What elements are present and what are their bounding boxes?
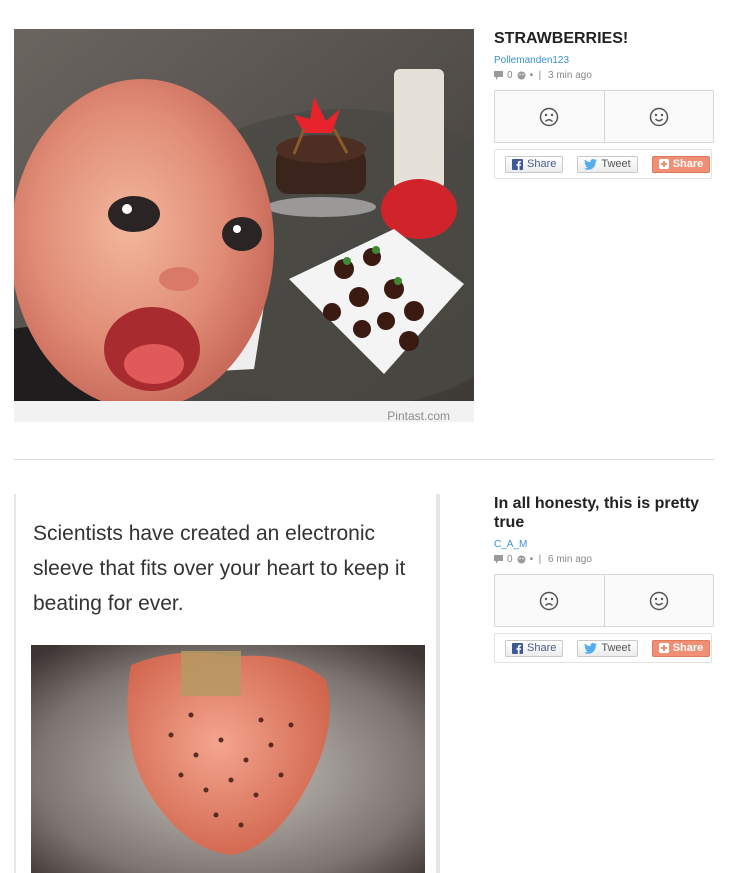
post-stats: 0 • | 6 min ago bbox=[494, 554, 714, 565]
tweet-button[interactable]: Tweet bbox=[577, 155, 638, 173]
happy-face-icon bbox=[649, 591, 668, 610]
reaction-box bbox=[494, 574, 714, 627]
google-share-button[interactable]: Share bbox=[651, 155, 711, 173]
sad-vote-button[interactable] bbox=[495, 575, 604, 626]
facebook-share-button[interactable]: Share bbox=[505, 155, 564, 173]
share-bar: Share Tweet Share bbox=[494, 149, 712, 179]
baby-photo bbox=[14, 29, 474, 422]
post-meta: In all honesty, this is pretty true C_A_… bbox=[494, 494, 714, 663]
smiley-icon bbox=[517, 71, 526, 80]
google-plus-icon bbox=[658, 159, 669, 169]
post-divider bbox=[14, 459, 714, 460]
google-share-label: Share bbox=[672, 158, 704, 170]
tweet-label: Tweet bbox=[601, 158, 631, 170]
post-title[interactable]: STRAWBERRIES! bbox=[494, 29, 714, 48]
google-share-button[interactable]: Share bbox=[651, 639, 711, 657]
sad-face-icon bbox=[540, 591, 559, 610]
post-stats: 0 • | 3 min ago bbox=[494, 70, 714, 81]
facebook-icon bbox=[512, 642, 523, 654]
comment-count: 0 bbox=[507, 70, 513, 81]
share-bar: Share Tweet Share bbox=[494, 633, 712, 663]
post-image[interactable]: Scientists have created an electronic sl… bbox=[14, 494, 440, 873]
image-watermark: Pintast.com bbox=[387, 409, 450, 422]
sad-face-icon bbox=[540, 107, 559, 126]
post-time: 3 min ago bbox=[548, 70, 592, 81]
separator: • | bbox=[529, 70, 544, 81]
comment-icon bbox=[494, 555, 503, 564]
google-share-label: Share bbox=[672, 642, 704, 654]
twitter-icon bbox=[584, 642, 598, 654]
happy-face-icon bbox=[649, 107, 668, 126]
facebook-share-label: Share bbox=[527, 158, 557, 170]
facebook-share-label: Share bbox=[527, 642, 557, 654]
tweet-button[interactable]: Tweet bbox=[577, 639, 638, 657]
facebook-icon bbox=[512, 158, 523, 170]
reaction-box bbox=[494, 90, 714, 143]
image-caption: Scientists have created an electronic sl… bbox=[33, 522, 406, 615]
author-link[interactable]: Pollemanden123 bbox=[494, 55, 714, 66]
post-title[interactable]: In all honesty, this is pretty true bbox=[494, 494, 714, 532]
google-plus-icon bbox=[658, 643, 669, 653]
post-meta: STRAWBERRIES! Pollemanden123 0 • | 3 min… bbox=[494, 29, 714, 179]
smiley-icon bbox=[517, 555, 526, 564]
post-time: 6 min ago bbox=[548, 554, 592, 565]
comment-count: 0 bbox=[507, 554, 513, 565]
post-image[interactable]: Pintast.com bbox=[14, 29, 474, 422]
separator: • | bbox=[529, 554, 544, 565]
tweet-label: Tweet bbox=[601, 642, 631, 654]
facebook-share-button[interactable]: Share bbox=[505, 639, 564, 657]
author-link[interactable]: C_A_M bbox=[494, 539, 714, 550]
happy-vote-button[interactable] bbox=[603, 91, 714, 142]
comment-icon bbox=[494, 71, 503, 80]
twitter-icon bbox=[584, 158, 598, 170]
happy-vote-button[interactable] bbox=[603, 575, 714, 626]
heart-sleeve-photo bbox=[31, 645, 425, 873]
sad-vote-button[interactable] bbox=[495, 91, 604, 142]
